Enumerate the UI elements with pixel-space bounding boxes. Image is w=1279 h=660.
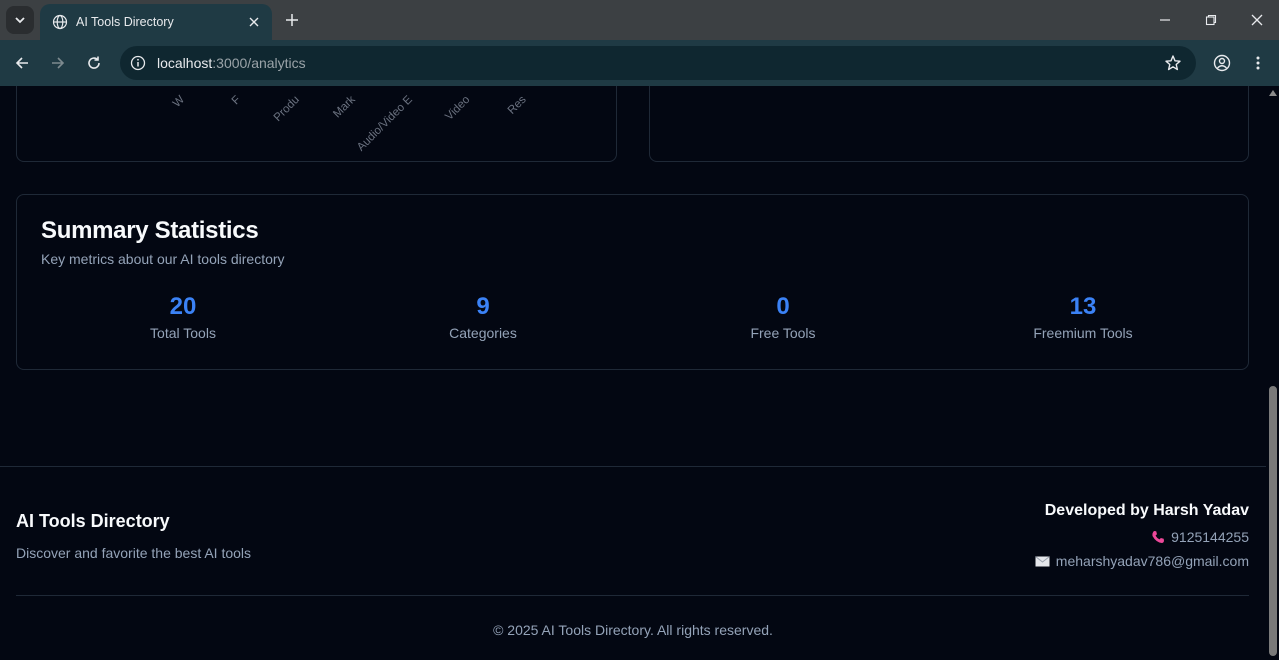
copyright-text: © 2025 AI Tools Directory. All rights re… [493, 622, 773, 638]
back-icon [15, 57, 28, 69]
minimize-icon [1160, 19, 1170, 21]
profile-icon [1213, 54, 1231, 72]
stat-free-tools: 0 Free Tools [633, 293, 933, 341]
chart-tick-label: Produ [272, 93, 303, 124]
email-contact[interactable]: meharshyadav786@gmail.com [1034, 553, 1249, 569]
address-bar[interactable]: localhost:3000/analytics [120, 46, 1196, 80]
footer-divider [16, 595, 1249, 596]
scroll-thumb[interactable] [1269, 386, 1277, 656]
globe-icon [52, 14, 68, 30]
summary-title: Summary Statistics [41, 217, 259, 244]
back-button[interactable] [10, 51, 34, 75]
chart-tick-label: Video [443, 93, 473, 123]
chart-tick-label: Mark [331, 93, 359, 121]
minimize-button[interactable] [1153, 8, 1177, 32]
pricing-chart-card [649, 86, 1249, 162]
new-tab-button[interactable] [280, 8, 304, 32]
forward-button[interactable] [46, 51, 70, 75]
site-info-button[interactable] [128, 53, 148, 73]
stat-label: Categories [449, 325, 517, 341]
email-address: meharshyadav786@gmail.com [1055, 553, 1249, 569]
forward-icon [52, 57, 65, 69]
stat-total-tools: 20 Total Tools [33, 293, 333, 341]
summary-description: Key metrics about our AI tools directory [41, 251, 285, 267]
info-icon [130, 55, 146, 71]
footer-brand-description: Discover and favorite the best AI tools [16, 545, 252, 561]
reload-icon [88, 56, 100, 69]
stat-label: Total Tools [150, 325, 216, 341]
plus-icon [286, 14, 298, 26]
stat-label: Free Tools [750, 325, 816, 341]
stat-value: 13 [1069, 293, 1097, 320]
restore-button[interactable] [1199, 8, 1223, 32]
stat-categories: 9 Categories [333, 293, 633, 341]
stat-label: Freemium Tools [1033, 325, 1133, 341]
scroll-up-arrow[interactable] [1269, 90, 1277, 96]
reload-button[interactable] [82, 51, 106, 75]
url-path: :3000/analytics [212, 55, 306, 71]
page-scrollbar[interactable] [1266, 86, 1279, 660]
phone-number: 9125144255 [1171, 529, 1249, 545]
mail-icon [1034, 555, 1050, 566]
url-text: localhost:3000/analytics [157, 55, 1162, 71]
stat-value: 0 [776, 293, 790, 320]
restore-icon [1205, 14, 1217, 26]
developer-credit: Developed by Harsh Yadav [1044, 502, 1249, 519]
menu-button[interactable] [1246, 51, 1270, 75]
close-icon [1251, 14, 1263, 26]
page-viewport: W F Produ Mark Audio/Video E Video Res S… [0, 86, 1266, 660]
browser-tab[interactable]: AI Tools Directory [40, 4, 272, 40]
tab-title: AI Tools Directory [76, 15, 174, 29]
close-icon [249, 17, 259, 27]
chevron-down-icon [15, 17, 25, 24]
chart-tick-label: W [171, 93, 188, 110]
footer-brand-title: AI Tools Directory [16, 511, 170, 531]
tab-close-button[interactable] [244, 12, 264, 32]
profile-button[interactable] [1210, 51, 1234, 75]
chart-tick-label: Audio/Video E [355, 93, 416, 154]
site-footer: AI Tools Directory Discover and favorite… [0, 466, 1266, 660]
tab-search-button[interactable] [6, 6, 34, 34]
close-window-button[interactable] [1245, 8, 1269, 32]
stat-value: 20 [169, 293, 197, 320]
category-chart-card: W F Produ Mark Audio/Video E Video Res [16, 86, 617, 162]
more-icon [1256, 56, 1260, 70]
chart-tick-label: Res [505, 93, 529, 117]
url-host: localhost [157, 55, 213, 71]
stat-freemium-tools: 13 Freemium Tools [933, 293, 1233, 341]
summary-statistics-card: Summary Statistics Key metrics about our… [16, 194, 1249, 370]
star-icon [1165, 55, 1181, 71]
browser-tab-bar: AI Tools Directory [0, 0, 1279, 40]
phone-icon [1152, 531, 1165, 543]
browser-toolbar: localhost:3000/analytics [0, 40, 1279, 86]
chart-tick-label: F [229, 93, 244, 108]
bookmark-button[interactable] [1162, 52, 1184, 74]
stat-value: 9 [476, 293, 490, 320]
phone-contact[interactable]: 9125144255 [1151, 529, 1249, 545]
